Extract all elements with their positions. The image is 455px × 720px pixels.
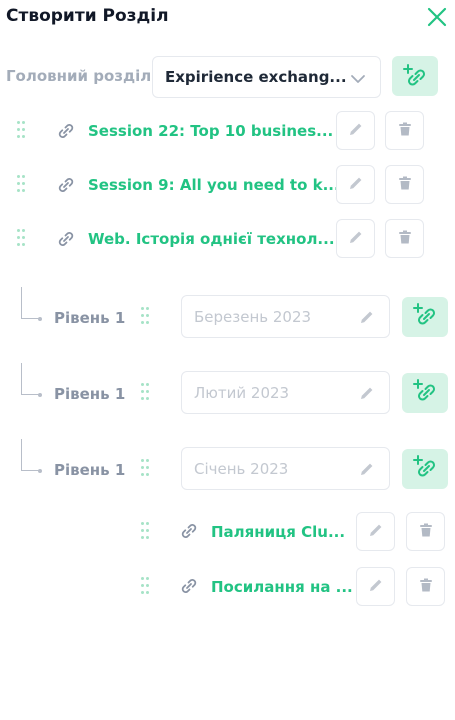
close-icon[interactable] (424, 4, 450, 30)
sub-link-row: Паляниця Clu... (0, 510, 455, 554)
main-section-select[interactable]: Expirience exchang... (152, 56, 381, 98)
add-link-icon (412, 454, 438, 484)
link-icon (179, 521, 199, 541)
main-section-label: Головний розділ (6, 67, 152, 85)
add-link-button[interactable] (402, 449, 448, 489)
delete-button[interactable] (385, 165, 424, 204)
pencil-icon (358, 460, 376, 478)
pencil-icon (347, 174, 365, 196)
level-row: Рівень 1 Березень 2023 (0, 277, 455, 339)
tree-dot (38, 317, 42, 321)
edit-button[interactable] (336, 165, 375, 204)
level-name-input[interactable]: Березень 2023 (181, 295, 390, 338)
main-section-value: Expirience exchang... (165, 68, 347, 86)
add-link-button[interactable] (402, 373, 448, 413)
tree-dot (38, 469, 42, 473)
tree-connector (21, 439, 41, 471)
add-link-icon (412, 302, 438, 332)
drag-handle-icon[interactable] (141, 307, 149, 327)
level-row: Рівень 1 Січень 2023 (0, 429, 455, 491)
pencil-icon (347, 120, 365, 142)
link-icon (56, 175, 76, 195)
tree-connector (21, 287, 41, 319)
sub-link-row: Посилання на ... (0, 565, 455, 609)
drag-handle-icon[interactable] (17, 175, 25, 195)
tree-dot (38, 393, 42, 397)
drag-handle-icon[interactable] (17, 229, 25, 249)
link-icon (179, 576, 199, 596)
add-link-icon (403, 64, 426, 86)
drag-handle-icon[interactable] (141, 522, 149, 542)
level-placeholder: Січень 2023 (194, 460, 289, 478)
level-label: Рівень 1 (54, 309, 126, 327)
trash-icon (417, 521, 435, 543)
link-icon (56, 121, 76, 141)
link-row: Session 22: Top 10 busines... (0, 109, 455, 153)
delete-button[interactable] (385, 111, 424, 150)
pencil-icon (367, 521, 385, 543)
add-link-icon (412, 378, 438, 408)
link-icon (56, 229, 76, 249)
link-label[interactable]: Паляниця Clu... (211, 523, 345, 541)
add-link-button[interactable] (392, 56, 438, 96)
level-name-input[interactable]: Лютий 2023 (181, 371, 390, 414)
link-label[interactable]: Session 22: Top 10 busines... (88, 122, 333, 140)
trash-icon (396, 174, 414, 196)
delete-button[interactable] (406, 567, 445, 606)
link-row: Web. Історія однієї технол... (0, 217, 455, 261)
drag-handle-icon[interactable] (141, 383, 149, 403)
drag-handle-icon[interactable] (141, 577, 149, 597)
chevron-down-icon (350, 71, 366, 85)
edit-button[interactable] (356, 512, 395, 551)
level-placeholder: Лютий 2023 (194, 384, 290, 402)
delete-button[interactable] (385, 219, 424, 258)
drag-handle-icon[interactable] (141, 459, 149, 479)
level-name-input[interactable]: Січень 2023 (181, 447, 390, 490)
trash-icon (396, 120, 414, 142)
edit-button[interactable] (336, 219, 375, 258)
link-label[interactable]: Web. Історія однієї технол... (88, 230, 335, 248)
page-title: Створити Розділ (6, 6, 169, 26)
add-link-button[interactable] (402, 297, 448, 337)
link-label[interactable]: Session 9: All you need to k... (88, 176, 340, 194)
trash-icon (417, 576, 435, 598)
link-label[interactable]: Посилання на ... (211, 578, 353, 596)
edit-button[interactable] (336, 111, 375, 150)
level-placeholder: Березень 2023 (194, 308, 312, 326)
level-row: Рівень 1 Лютий 2023 (0, 353, 455, 415)
tree-connector (21, 363, 41, 395)
pencil-icon (358, 308, 376, 326)
level-label: Рівень 1 (54, 461, 126, 479)
drag-handle-icon[interactable] (17, 121, 25, 141)
delete-button[interactable] (406, 512, 445, 551)
pencil-icon (367, 576, 385, 598)
link-row: Session 9: All you need to k... (0, 163, 455, 207)
trash-icon (396, 228, 414, 250)
pencil-icon (347, 228, 365, 250)
edit-button[interactable] (356, 567, 395, 606)
pencil-icon (358, 384, 376, 402)
level-label: Рівень 1 (54, 385, 126, 403)
